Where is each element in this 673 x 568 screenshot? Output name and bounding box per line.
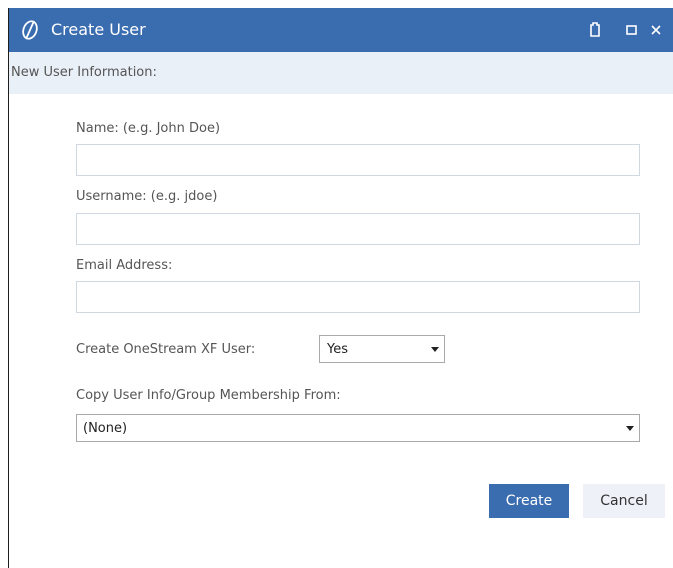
pin-icon[interactable] [587, 18, 603, 42]
section-header: New User Information: [9, 52, 673, 94]
create-xf-user-value: Yes [327, 342, 348, 357]
email-field[interactable] [76, 281, 640, 313]
email-label: Email Address: [76, 258, 173, 273]
username-label: Username: (e.g. jdoe) [76, 189, 218, 204]
name-field[interactable] [76, 144, 640, 176]
name-label: Name: (e.g. John Doe) [76, 121, 221, 136]
create-user-dialog: Create User New User Information: Name: … [8, 8, 673, 568]
cancel-button[interactable]: Cancel [583, 484, 665, 518]
maximize-icon[interactable] [625, 18, 639, 42]
dropdown-arrow-icon [626, 426, 634, 431]
dialog-title: Create User [51, 20, 146, 39]
create-button[interactable]: Create [489, 484, 569, 518]
close-icon[interactable] [649, 18, 665, 42]
onestream-logo-icon [22, 20, 38, 40]
section-title: New User Information: [11, 65, 157, 80]
create-xf-user-select[interactable]: Yes [319, 335, 445, 363]
username-field[interactable] [76, 213, 640, 245]
copy-from-label: Copy User Info/Group Membership From: [76, 388, 341, 403]
dropdown-arrow-icon [431, 347, 439, 352]
dialog-titlebar[interactable]: Create User [9, 8, 673, 52]
copy-from-select[interactable]: (None) [76, 414, 640, 442]
create-xf-user-label: Create OneStream XF User: [76, 342, 256, 357]
copy-from-value: (None) [83, 421, 128, 436]
